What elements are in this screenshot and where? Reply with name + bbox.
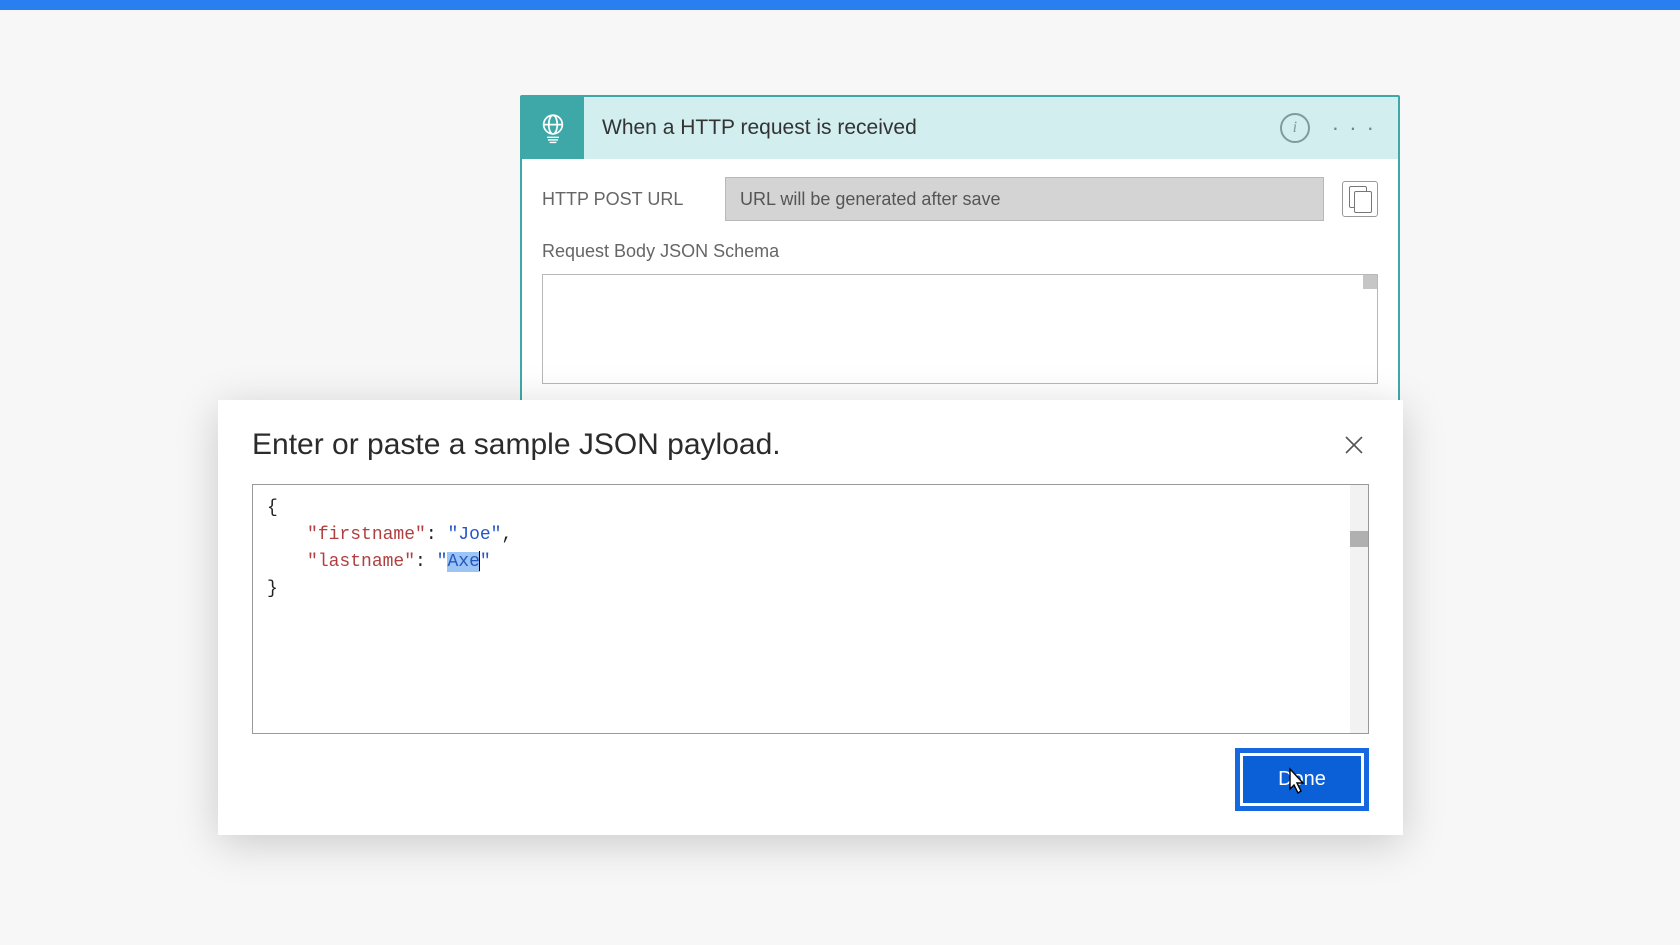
- json-payload-editor[interactable]: { "firstname": "Joe", "lastname": "Axe" …: [252, 484, 1369, 734]
- done-button[interactable]: Done: [1243, 756, 1361, 803]
- trigger-body: HTTP POST URL URL will be generated afte…: [522, 159, 1398, 412]
- copy-url-icon[interactable]: [1342, 181, 1378, 217]
- close-icon[interactable]: [1339, 430, 1369, 460]
- schema-label: Request Body JSON Schema: [542, 241, 1378, 262]
- schema-textarea[interactable]: [542, 274, 1378, 384]
- more-options-icon[interactable]: · · ·: [1328, 111, 1380, 145]
- done-button-highlight: Done: [1235, 748, 1369, 811]
- sample-payload-dialog: Enter or paste a sample JSON payload. { …: [218, 400, 1403, 835]
- json-val-lastname: Axe: [447, 552, 479, 572]
- scrollbar-thumb[interactable]: [1363, 275, 1377, 289]
- trigger-title: When a HTTP request is received: [584, 116, 1280, 140]
- trigger-header[interactable]: When a HTTP request is received i · · ·: [522, 97, 1398, 159]
- http-post-url-input[interactable]: URL will be generated after save: [725, 177, 1324, 221]
- json-key-firstname: firstname: [318, 525, 415, 545]
- editor-scrollbar-thumb[interactable]: [1350, 531, 1368, 547]
- http-trigger-card[interactable]: When a HTTP request is received i · · · …: [520, 95, 1400, 414]
- json-key-lastname: lastname: [318, 552, 404, 572]
- app-top-accent-bar: [0, 0, 1680, 10]
- dialog-title: Enter or paste a sample JSON payload.: [252, 428, 781, 462]
- http-globe-icon: [522, 97, 584, 159]
- json-val-firstname: Joe: [458, 525, 490, 545]
- http-post-url-label: HTTP POST URL: [542, 189, 707, 210]
- designer-canvas: When a HTTP request is received i · · · …: [0, 10, 1680, 945]
- info-icon[interactable]: i: [1280, 113, 1310, 143]
- http-post-url-placeholder: URL will be generated after save: [740, 189, 1000, 210]
- editor-scrollbar-track[interactable]: [1350, 485, 1368, 733]
